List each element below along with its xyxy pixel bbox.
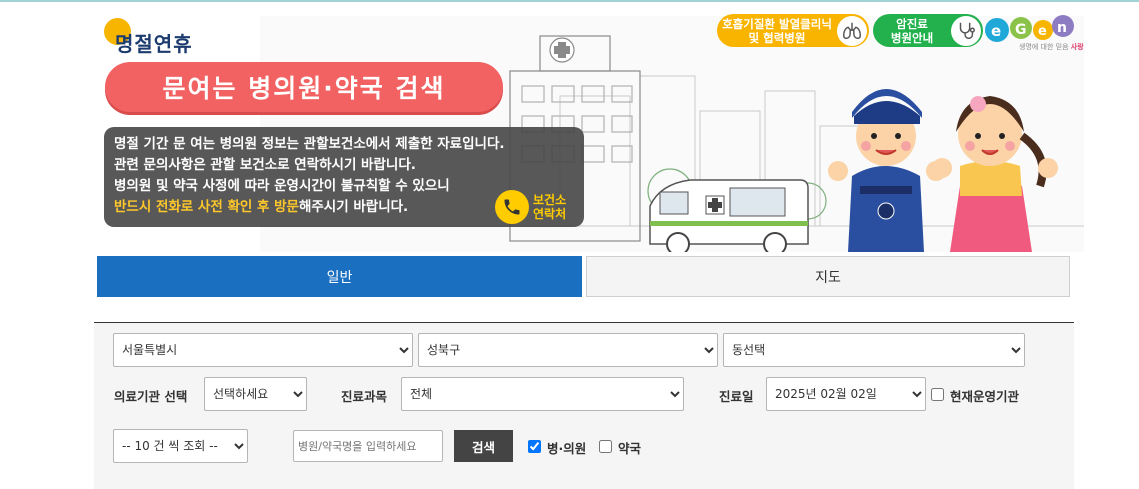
open-now-checkbox[interactable] <box>931 388 944 401</box>
health-center-contact-button[interactable]: 보건소 연락처 <box>495 189 573 225</box>
contact-label-line: 연락처 <box>533 207 567 221</box>
egen-tagline: 생명에 대한 믿음 사랑 <box>1019 42 1084 52</box>
open-now-label[interactable]: 현재운영기관 <box>950 386 1019 405</box>
holiday-banner: 명절연휴 문여는 병의원·약국 검색 명절 기간 문 여는 병의원 정보는 관할… <box>97 14 1084 252</box>
holiday-title: 명절연휴 <box>115 32 193 56</box>
pharmacy-checkbox[interactable] <box>599 440 612 453</box>
ambulance-icon <box>649 179 809 252</box>
top-accent-line <box>0 0 1139 2</box>
dong-select[interactable]: 동선택 <box>723 333 1025 367</box>
search-title-pill: 문여는 병의원·약국 검색 <box>105 62 503 112</box>
notice-line: 명절 기간 문 여는 병의원 정보는 관할보건소에서 제출한 자료입니다. <box>114 136 505 152</box>
hospital-checkbox[interactable] <box>528 440 541 453</box>
lungs-icon <box>837 15 867 46</box>
fever-clinic-button[interactable]: 호흡기질환 발열클리닉 및 협력병원 <box>717 14 869 47</box>
fever-clinic-label-line: 호흡기질환 발열클리닉 <box>722 16 832 31</box>
date-label: 진료일 <box>719 389 754 404</box>
stethoscope-icon <box>951 15 981 46</box>
institution-label: 의료기관 선택 <box>114 389 188 404</box>
name-search-input[interactable] <box>293 430 443 462</box>
notice-line: 관련 문의사항은 관할 보건소로 연락하시기 바랍니다. <box>114 157 416 173</box>
tab-map[interactable]: 지도 <box>586 256 1070 297</box>
svg-text:e: e <box>1038 24 1047 39</box>
egen-logo[interactable]: e G e n 생명에 대한 믿음 사랑 <box>983 14 1084 60</box>
notice-tail: 해주시기 바랍니다. <box>298 199 409 215</box>
egen-tagline-suffix: 사랑 <box>1070 43 1084 51</box>
egen-tagline-prefix: 생명에 대한 믿음 <box>1019 43 1069 51</box>
phone-icon <box>495 190 529 224</box>
svg-text:G: G <box>1015 22 1027 38</box>
sido-select[interactable]: 서울특별시 <box>113 333 413 367</box>
pharmacy-label[interactable]: 약국 <box>618 438 641 457</box>
institution-select[interactable]: 선택하세요 <box>204 377 307 411</box>
svg-text:n: n <box>1057 20 1067 36</box>
cancer-hospital-label-line: 병원안내 <box>890 30 934 45</box>
svg-text:e: e <box>991 22 1001 40</box>
department-select[interactable]: 전체 <box>401 377 684 411</box>
sigungu-select[interactable]: 성북구 <box>418 333 718 367</box>
fever-clinic-label: 호흡기질환 발열클리닉 및 협력병원 <box>717 17 837 45</box>
hospital-label[interactable]: 병·의원 <box>547 438 586 457</box>
contact-label-line: 보건소 <box>533 193 567 207</box>
notice-highlight: 반드시 전화로 사전 확인 후 방문 <box>114 199 299 215</box>
egen-logo-mark: e G e n <box>985 15 1074 42</box>
tab-general[interactable]: 일반 <box>97 256 582 297</box>
date-select[interactable]: 2025년 02월 02일 <box>766 377 926 411</box>
contact-label: 보건소 연락처 <box>533 193 566 221</box>
search-button[interactable]: 검색 <box>454 430 513 462</box>
search-title: 문여는 병의원·약국 검색 <box>162 74 446 103</box>
search-panel: 서울특별시 성북구 동선택 의료기관 선택 선택하세요 진료과목 전체 진료일 … <box>94 322 1074 489</box>
cancer-hospital-label-line: 암진료 <box>896 16 928 31</box>
cancer-hospital-button[interactable]: 암진료 병원안내 <box>873 14 983 47</box>
page-size-select[interactable]: -- 10 건 씩 조회 -- <box>113 429 248 463</box>
department-label: 진료과목 <box>341 389 388 404</box>
cancer-hospital-label: 암진료 병원안내 <box>873 17 951 45</box>
fever-clinic-label-line: 및 협력병원 <box>748 30 806 45</box>
